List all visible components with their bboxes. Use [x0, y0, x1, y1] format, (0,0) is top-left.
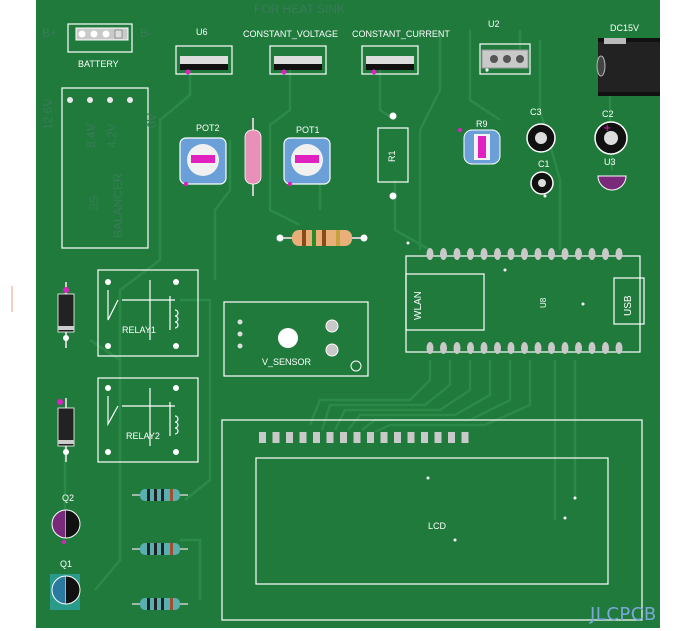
lcd-pin	[313, 432, 320, 443]
mcu-pin	[467, 248, 474, 260]
u6-label: U6	[196, 27, 208, 37]
mcu-pin	[467, 342, 474, 354]
balancer-v3: 4.2V	[105, 123, 119, 148]
potentiometer-pot1	[283, 137, 331, 187]
lcd-pin	[340, 432, 347, 443]
mcu-pin	[575, 248, 582, 260]
mcu-pin	[453, 342, 461, 354]
lcd-pin	[326, 432, 334, 443]
q2-label: Q2	[62, 493, 75, 503]
lcd-pin	[421, 432, 428, 443]
r9-label: R9	[476, 119, 488, 129]
mcu-pin	[521, 248, 528, 260]
lcd-pin	[272, 432, 280, 443]
mcu-pin	[588, 248, 596, 260]
c1-label: C1	[538, 159, 550, 169]
u3-label: U3	[604, 157, 616, 167]
mcu-pin	[534, 342, 542, 354]
mcu-pin	[534, 248, 542, 260]
lcd-pin	[353, 432, 361, 443]
relay1-label: RELAY1	[122, 325, 156, 335]
mcu-pin	[521, 342, 528, 354]
svg-text:+: +	[603, 123, 611, 134]
constant-current-label: CONSTANT_CURRENT	[352, 29, 450, 39]
v-sensor-label: V_SENSOR	[262, 357, 312, 367]
mcu-pin	[440, 342, 447, 354]
u8-label: U8	[539, 297, 548, 308]
heat-sink-note: FOR HEAT SINK	[254, 2, 345, 16]
lcd-label: LCD	[428, 521, 447, 531]
c2-label: C2	[602, 109, 614, 119]
lcd-pin	[448, 432, 455, 443]
dc15v-label: DC15V	[610, 23, 640, 33]
mcu-pin	[561, 248, 569, 260]
dc-jack	[596, 38, 660, 96]
q1-label: Q1	[60, 559, 73, 569]
mcu-pin	[575, 342, 582, 354]
pcb-substrate	[36, 0, 660, 628]
lcd-pin	[299, 432, 307, 443]
pot2-label: POT2	[196, 123, 220, 133]
mcu-pin	[480, 248, 488, 260]
transistor-q1	[50, 574, 81, 610]
mcu-pin	[588, 342, 596, 354]
wlan-label: WLAN	[413, 291, 424, 320]
pot1-label: POT1	[296, 125, 320, 135]
pcb-board-graphic: +	[11, 0, 660, 628]
usb-label: USB	[623, 295, 634, 316]
lcd-pin	[380, 432, 388, 443]
lcd-pin	[434, 432, 442, 443]
mcu-pin	[494, 248, 501, 260]
mcu-pin	[602, 342, 609, 354]
potentiometer-pot2	[179, 137, 227, 187]
lcd-pin	[367, 432, 374, 443]
mcu-pin	[480, 342, 488, 354]
mcu-pin	[507, 248, 515, 260]
balancer-v4: 0V	[145, 113, 159, 128]
mcu-pin	[426, 248, 434, 260]
capacitor-c3	[526, 123, 556, 153]
lcd-pin	[461, 432, 469, 443]
capacitor-c1	[530, 171, 554, 195]
constant-voltage-label: CONSTANT_VOLTAGE	[243, 29, 339, 39]
battery-label: BATTERY	[78, 59, 119, 69]
balancer-name-a: 3S	[87, 195, 101, 210]
mcu-pin	[561, 342, 569, 354]
r1-label: R1	[387, 150, 397, 162]
balancer-v1: 12.6V	[41, 98, 55, 130]
u2-label: U2	[488, 19, 500, 29]
mcu-pin	[494, 342, 501, 354]
mcu-pin	[507, 342, 515, 354]
lcd-pin	[394, 432, 401, 443]
balancer-name-b: BALANCER	[111, 173, 125, 238]
battery-plus-label: B+	[42, 26, 58, 40]
mcu-pin	[426, 342, 434, 354]
lcd-pin	[407, 432, 415, 443]
c3-label: C3	[530, 107, 542, 117]
mcu-pin	[548, 248, 555, 260]
mcu-pin	[615, 342, 623, 354]
lcd-pin	[259, 432, 266, 443]
mcu-pin	[548, 342, 555, 354]
mcu-pin	[615, 248, 623, 260]
mcu-pin	[440, 248, 447, 260]
jlcpcb-watermark: JLCPCB	[590, 604, 657, 625]
capacitor-c2: +	[594, 121, 628, 155]
relay2-label: RELAY2	[126, 431, 160, 441]
mcu-pin	[602, 248, 609, 260]
lcd-pin	[286, 432, 293, 443]
balancer-v2: 8.4V	[84, 123, 98, 148]
mcu-pin	[453, 248, 461, 260]
battery-minus-label: B-	[140, 26, 152, 40]
